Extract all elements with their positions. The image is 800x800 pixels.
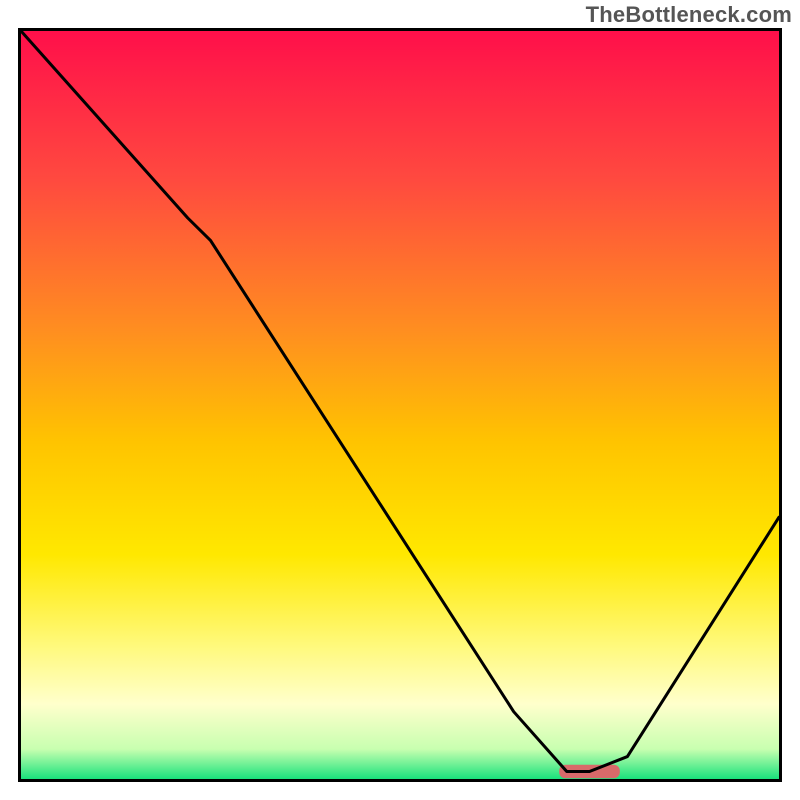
watermark-label: TheBottleneck.com <box>586 2 792 28</box>
plot-area <box>18 28 782 782</box>
background-rect <box>21 31 779 779</box>
chart-svg <box>21 31 779 779</box>
chart-frame: TheBottleneck.com <box>0 0 800 800</box>
